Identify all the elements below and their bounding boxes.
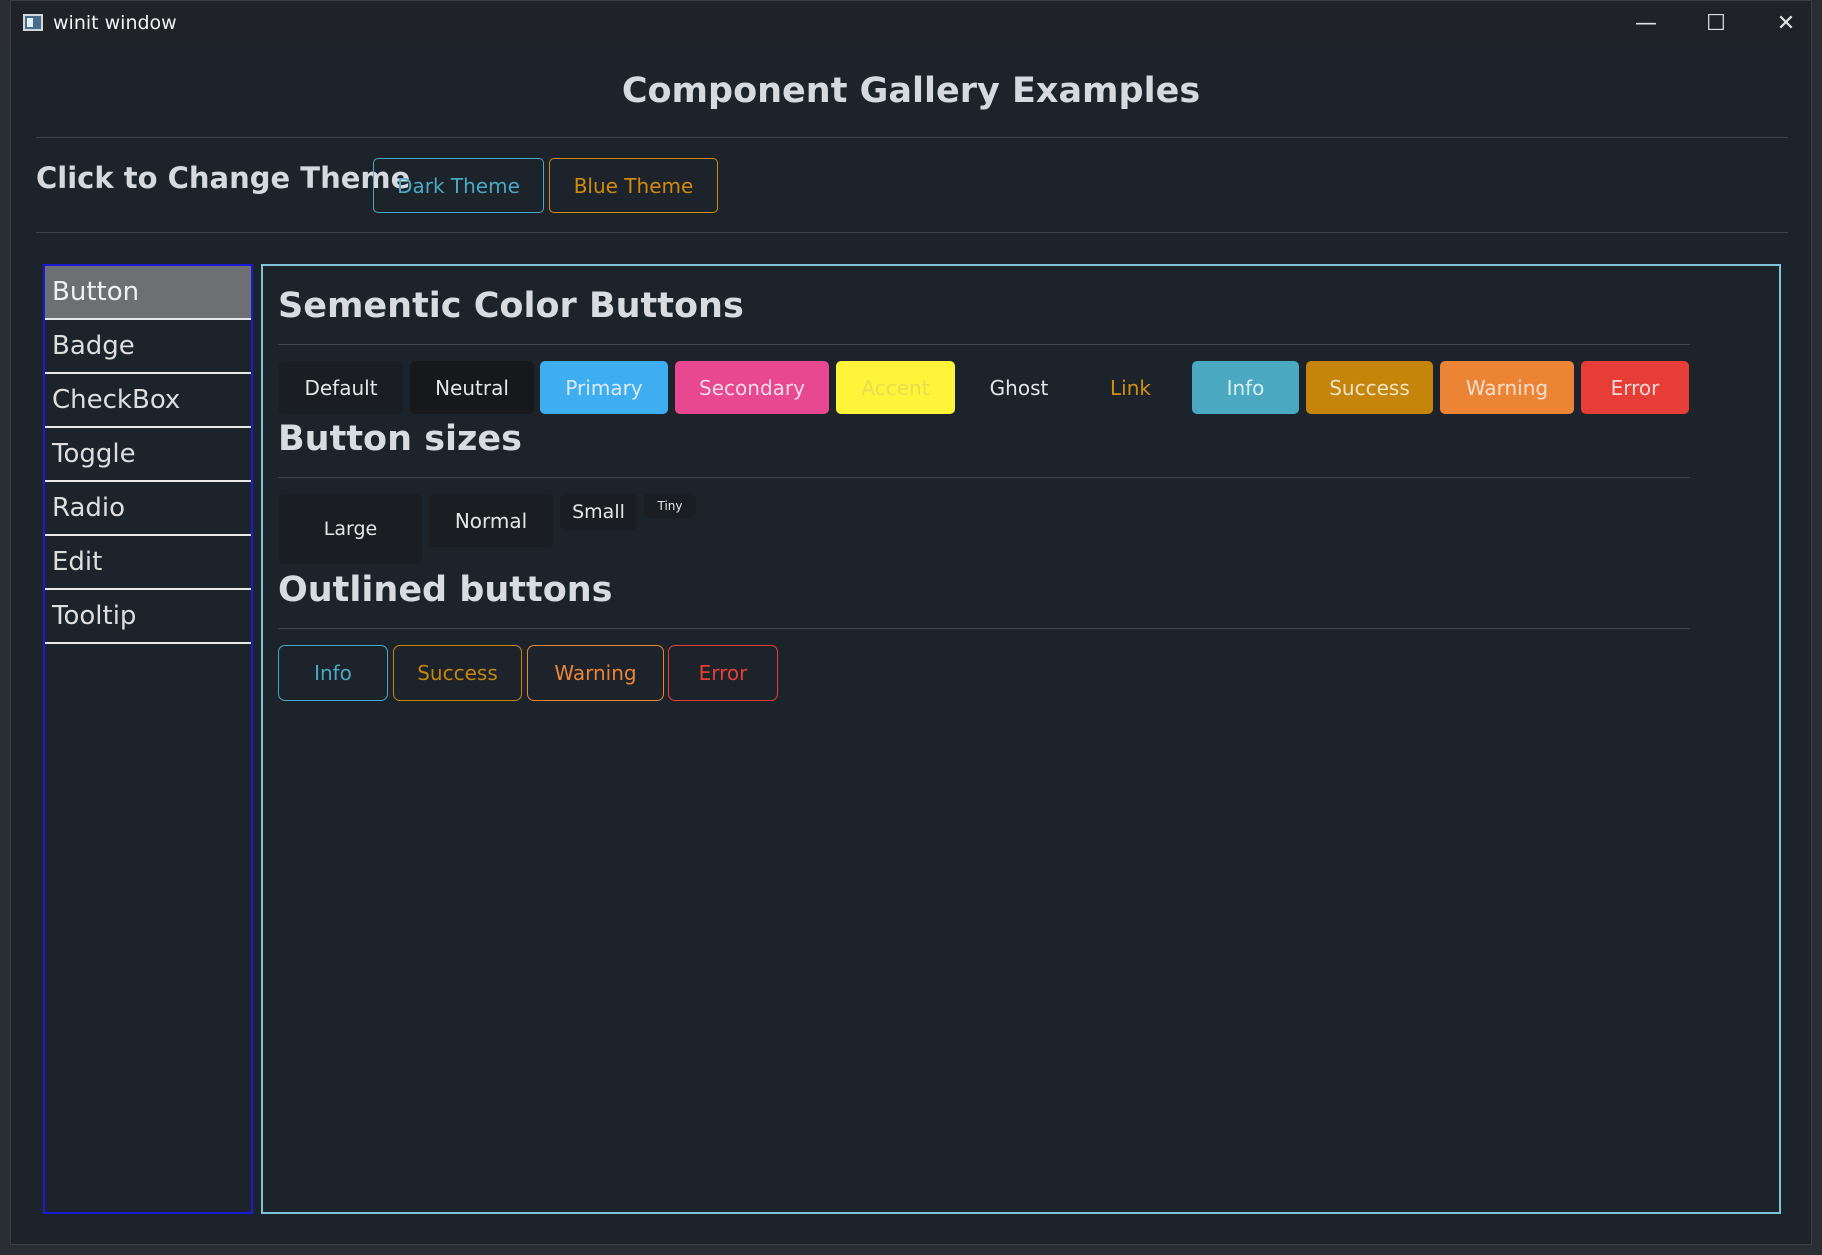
large-button[interactable]: Large: [279, 494, 422, 564]
normal-button[interactable]: Normal: [429, 494, 553, 547]
sidebar-item-edit[interactable]: Edit: [45, 536, 251, 590]
small-button[interactable]: Small: [560, 494, 637, 530]
theme-label: Click to Change Theme: [36, 161, 411, 195]
sidebar-item-checkbox[interactable]: CheckBox: [45, 374, 251, 428]
divider: [278, 628, 1690, 629]
sidebar-item-toggle[interactable]: Toggle: [45, 428, 251, 482]
accent-button[interactable]: Accent: [836, 361, 955, 414]
secondary-button[interactable]: Secondary: [675, 361, 829, 414]
window-app-icon: [23, 14, 43, 31]
sidebar-item-label: Button: [52, 277, 140, 307]
sidebar-item-label: Tooltip: [52, 601, 137, 631]
success-button[interactable]: Success: [1306, 361, 1433, 414]
close-icon[interactable]: ✕: [1751, 1, 1821, 46]
title-bar[interactable]: winit window — ☐ ✕: [11, 1, 1811, 46]
sidebar-item-radio[interactable]: Radio: [45, 482, 251, 536]
sidebar-nav: Button Badge CheckBox Toggle Radio Edit …: [43, 264, 253, 1214]
neutral-button[interactable]: Neutral: [410, 361, 534, 414]
sidebar-item-button[interactable]: Button: [45, 266, 251, 320]
app-window: winit window — ☐ ✕ Component Gallery Exa…: [10, 0, 1812, 1245]
outlined-warning-button[interactable]: Warning: [527, 645, 664, 701]
page-title: Component Gallery Examples: [621, 71, 1201, 111]
dark-theme-button[interactable]: Dark Theme: [373, 158, 544, 213]
sidebar-item-badge[interactable]: Badge: [45, 320, 251, 374]
sidebar-item-label: Badge: [52, 331, 135, 361]
divider: [36, 137, 1788, 138]
sidebar-item-label: Edit: [52, 547, 103, 577]
minimize-icon[interactable]: —: [1611, 1, 1681, 46]
blue-theme-button[interactable]: Blue Theme: [549, 158, 718, 213]
semantic-section-title: Sementic Color Buttons: [278, 286, 744, 326]
tiny-button[interactable]: Tiny: [644, 494, 696, 518]
sidebar-item-tooltip[interactable]: Tooltip: [45, 590, 251, 644]
sizes-section-title: Button sizes: [278, 419, 522, 459]
link-button[interactable]: Link: [1081, 361, 1180, 414]
sidebar-item-label: CheckBox: [52, 385, 181, 415]
outlined-section-title: Outlined buttons: [278, 570, 613, 610]
content-panel: Sementic Color Buttons Default Neutral P…: [261, 264, 1781, 1214]
divider: [278, 477, 1690, 478]
ghost-button[interactable]: Ghost: [962, 361, 1076, 414]
divider: [36, 232, 1788, 233]
outlined-success-button[interactable]: Success: [393, 645, 522, 701]
sidebar-item-label: Radio: [52, 493, 126, 523]
window-title: winit window: [53, 12, 177, 34]
outlined-error-button[interactable]: Error: [668, 645, 778, 701]
warning-button[interactable]: Warning: [1440, 361, 1574, 414]
info-button[interactable]: Info: [1192, 361, 1299, 414]
sidebar-item-label: Toggle: [52, 439, 136, 469]
default-button[interactable]: Default: [279, 361, 403, 414]
maximize-icon[interactable]: ☐: [1681, 1, 1751, 46]
divider: [278, 344, 1690, 345]
primary-button[interactable]: Primary: [540, 361, 668, 414]
outlined-info-button[interactable]: Info: [278, 645, 388, 701]
error-button[interactable]: Error: [1581, 361, 1689, 414]
